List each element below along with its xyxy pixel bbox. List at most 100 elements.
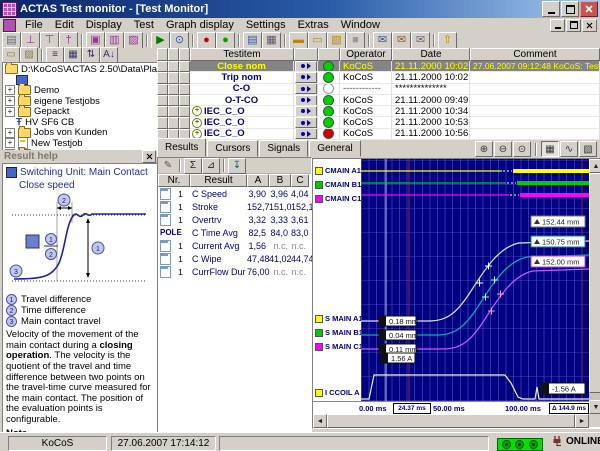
tree-item-jobs-von-kunden[interactable]: Jobs von Kunden — [5, 128, 157, 139]
export-mail-button[interactable]: ✉ — [411, 32, 430, 49]
scroll-left-icon[interactable]: ◄ — [313, 414, 327, 428]
refresh-button[interactable]: ⇅ — [82, 47, 100, 63]
sort-az-button[interactable]: A↓ — [100, 47, 118, 63]
result-row[interactable]: 1 C Speed 3,90 3,96 4,04 — [158, 187, 311, 200]
test-object-button[interactable]: ⊤ — [40, 32, 59, 49]
run-testitem-button[interactable] — [295, 95, 317, 106]
edit-result-button[interactable]: ✎ — [160, 159, 176, 173]
menu-display[interactable]: Display — [80, 19, 128, 31]
run-testitem-button[interactable] — [295, 84, 317, 95]
copy-testplan-button[interactable]: ▥ — [105, 32, 124, 49]
zoom-reset-button[interactable]: ⊙ — [513, 141, 531, 157]
cursor-time-box[interactable]: 24.37 ms — [393, 403, 431, 414]
delete-testplan-button[interactable]: ▨ — [124, 32, 143, 49]
close-button[interactable] — [580, 1, 598, 17]
row-gutter[interactable] — [157, 106, 168, 117]
run-testitem-button[interactable] — [295, 72, 317, 83]
receive-mail-button[interactable]: ✉ — [392, 32, 411, 49]
tree-item-demo[interactable]: Demo — [5, 85, 157, 96]
channel-i-ccoil-a[interactable]: I CCOIL A — [315, 388, 360, 397]
detach-graph-button[interactable]: ▧ — [579, 141, 597, 157]
expand-icon[interactable] — [5, 128, 15, 138]
column-header-nr[interactable]: Nr. — [158, 174, 190, 187]
sum-button[interactable]: Σ — [184, 158, 202, 174]
result-row[interactable]: 1 Stroke 152,7 151,0 152,1 — [158, 200, 311, 213]
menu-edit[interactable]: Edit — [49, 19, 80, 31]
column-header-b[interactable]: B — [269, 174, 291, 187]
tree-root[interactable]: D:\KoCoS\ACTAS 2.50\Data\Plants\ — [5, 64, 157, 75]
run-testitem-button[interactable] — [295, 61, 317, 72]
row-gutter[interactable] — [157, 95, 168, 106]
channel-s-main-b1[interactable]: S MAIN B1 — [315, 328, 363, 337]
menu-settings[interactable]: Settings — [240, 19, 292, 31]
menu-window[interactable]: Window — [335, 19, 386, 31]
tab-signals[interactable]: Signals — [259, 140, 308, 157]
details-view-button[interactable]: ≡ — [46, 47, 64, 63]
testplan-button[interactable]: † — [59, 32, 78, 49]
column-header-c[interactable]: C — [291, 174, 309, 187]
menu-file[interactable]: File — [19, 19, 49, 31]
expand-icon[interactable] — [192, 106, 202, 116]
result-row[interactable]: 1 CurrFlow Dur 76,00 n.c. n.c. — [158, 265, 311, 278]
child-minimize-button[interactable] — [550, 19, 565, 32]
column-header-testitem[interactable]: Testitem — [190, 48, 294, 61]
row-gutter[interactable] — [157, 72, 168, 83]
vertical-scrollbar[interactable]: ▲ ▼ — [589, 159, 600, 414]
scroll-down-icon[interactable]: ▼ — [589, 400, 600, 414]
zoom-out-button[interactable]: ⊖ — [494, 141, 512, 157]
new-folder-button[interactable]: ▭ — [2, 47, 20, 63]
menu-test[interactable]: Test — [128, 19, 160, 31]
testitem-name[interactable]: IEC_C_O — [190, 117, 294, 128]
folder-properties-button[interactable]: ▨ — [20, 47, 38, 63]
row-gutter[interactable] — [157, 117, 168, 128]
result-row[interactable]: 1 C Wipe 47,48 41,02 44,74 — [158, 252, 311, 265]
row-gutter[interactable] — [157, 61, 168, 72]
testitem-name[interactable]: C-O — [190, 84, 294, 95]
table-view-button[interactable]: ▦ — [64, 47, 82, 63]
column-header[interactable] — [318, 48, 340, 61]
report-edit-button[interactable]: ▧ — [327, 32, 346, 49]
expand-icon[interactable] — [5, 107, 15, 117]
report-layout-button[interactable]: ▭ — [308, 32, 327, 49]
signal-plot[interactable]: 152.44 mm 150.75 mm 152.00 mm 0.18 mm 0.… — [361, 159, 589, 401]
scroll-thumb[interactable] — [589, 173, 600, 393]
scroll-thumb[interactable] — [327, 414, 575, 428]
column-header-date[interactable]: Date — [392, 48, 470, 61]
testitem-name[interactable]: IEC_C_O — [190, 106, 294, 117]
grid-toggle-button[interactable]: ▦ — [541, 141, 559, 157]
column-header[interactable] — [157, 48, 168, 61]
column-header-a[interactable]: A — [247, 174, 269, 187]
testitem-name[interactable]: Close nom — [190, 61, 294, 72]
menu-extras[interactable]: Extras — [292, 19, 335, 31]
result-help-close-button[interactable] — [142, 150, 156, 163]
column-header-operator[interactable]: Operator — [340, 48, 392, 61]
tree-item-new-testjob[interactable]: New Testjob — [5, 138, 157, 149]
channel-cmain-b1[interactable]: CMAIN B1 — [315, 180, 361, 189]
expand-icon[interactable] — [192, 118, 202, 128]
report-button[interactable]: ▤ — [243, 32, 262, 49]
channel-cmain-a1[interactable]: CMAIN A1 — [315, 166, 361, 175]
row-gutter[interactable] — [157, 84, 168, 95]
column-header-result[interactable]: Result — [190, 174, 247, 187]
horizontal-scrollbar[interactable]: ◄ ► — [313, 414, 589, 427]
tree-item-device[interactable] — [5, 75, 157, 86]
switching-device-button[interactable]: ⊥ — [21, 32, 40, 49]
channel-cmain-c1[interactable]: CMAIN C1 — [315, 194, 361, 203]
expand-icon[interactable] — [5, 138, 15, 148]
export-results-button[interactable]: ↧ — [228, 158, 246, 174]
slope-button[interactable]: ⊿ — [202, 158, 220, 174]
tree-item-hv-sf6-cb[interactable]: Ŧ HV SF6 CB — [5, 117, 157, 128]
column-header[interactable] — [179, 48, 190, 61]
zoom-in-button[interactable]: ⊕ — [475, 141, 493, 157]
channel-s-main-c1[interactable]: S MAIN C1 — [315, 342, 363, 351]
open-report-button[interactable]: ▬ — [289, 32, 308, 49]
testitem-name[interactable]: O-T-CO — [190, 95, 294, 106]
send-mail-button[interactable]: ✉ — [373, 32, 392, 49]
run-testitem-button[interactable] — [295, 129, 317, 140]
tree-item-eigene-testjobs[interactable]: eigene Testjobs — [5, 96, 157, 107]
plant-button[interactable]: ▤ — [2, 32, 21, 49]
restore-button[interactable] — [561, 1, 579, 17]
delta-time-box[interactable]: Δ 144.9 ms — [549, 403, 589, 414]
menu-graph-display[interactable]: Graph display — [160, 19, 240, 31]
start-test-button[interactable]: ▶ — [151, 32, 170, 49]
